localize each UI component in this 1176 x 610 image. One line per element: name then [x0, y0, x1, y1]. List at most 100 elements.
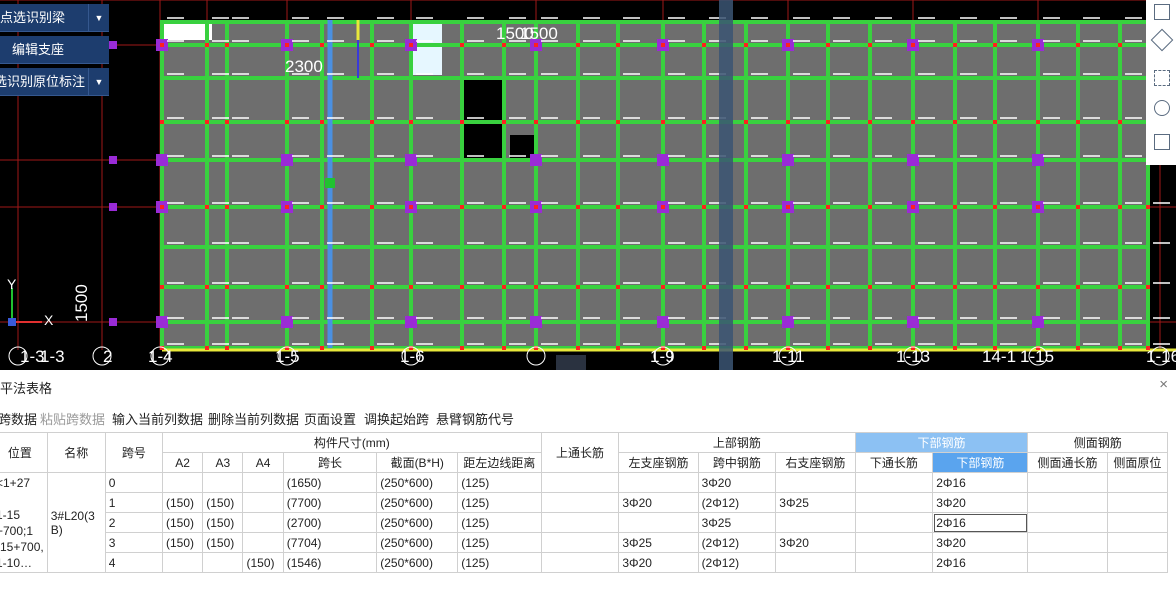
cell-top-through[interactable]	[540, 472, 620, 493]
header-mid-span[interactable]: 跨中钢筋	[697, 452, 777, 473]
cell-left-support[interactable]: 3Φ25	[618, 532, 699, 553]
cell-top-through[interactable]	[540, 512, 620, 533]
cell-bottom-through[interactable]	[854, 552, 934, 573]
cell-position[interactable]: <1+27 ; 1-15 +700;1 -15+700, 1-10…	[0, 472, 48, 573]
cell-side-original[interactable]	[1106, 512, 1169, 533]
header-a3[interactable]: A3	[202, 452, 244, 473]
cell-mid-span[interactable]: 3Φ20	[697, 472, 777, 493]
cell-left-support[interactable]: 3Φ20	[618, 492, 699, 513]
cell-a2[interactable]: (150)	[162, 492, 204, 513]
edit-support-button[interactable]: 编辑支座	[0, 36, 109, 64]
header-side-through[interactable]: 侧面通长筋	[1027, 452, 1108, 473]
cell-span[interactable]: 3	[104, 532, 164, 553]
cell-right-support[interactable]	[775, 512, 856, 533]
cell-span-length[interactable]: (7704)	[282, 532, 378, 553]
cell-bottom-bars[interactable]: 2Φ16	[932, 552, 1029, 573]
cell-a3[interactable]: (150)	[202, 532, 244, 553]
cell-side-original[interactable]	[1106, 532, 1169, 553]
cell-side-through[interactable]	[1027, 512, 1108, 533]
3d-cube-icon[interactable]	[1150, 28, 1174, 52]
pick-identify-beam-button[interactable]: 点选识别梁 ▼	[0, 4, 109, 32]
table-row[interactable]: <1+27 ; 1-15 +700;1 -15+700, 1-10… 3#L20…	[0, 472, 1169, 573]
cell-span[interactable]: 2	[104, 512, 164, 533]
swap-start-span-button[interactable]: 调换起始跨	[364, 409, 429, 428]
cell-edge-distance[interactable]: (125)	[457, 472, 542, 493]
cell-section[interactable]: (250*600)	[376, 492, 459, 513]
cell-right-support[interactable]: 3Φ25	[775, 492, 856, 513]
cell-span-length[interactable]: (1546)	[282, 552, 378, 573]
cell-a3[interactable]: (150)	[202, 492, 244, 513]
cell-section[interactable]: (250*600)	[376, 472, 459, 493]
header-bottom-group[interactable]: 下部钢筋	[854, 432, 1029, 453]
cell-a2[interactable]: (150)	[162, 512, 204, 533]
cell-right-support[interactable]	[775, 472, 856, 493]
cell-bottom-bars[interactable]: 2Φ16	[932, 472, 1029, 493]
cell-bottom-through[interactable]	[854, 512, 934, 533]
cell-span-length[interactable]: (1650)	[282, 472, 378, 493]
fit-view-icon[interactable]	[1154, 70, 1170, 86]
cell-a2[interactable]: (150)	[162, 532, 204, 553]
orbit-view-icon[interactable]	[1154, 100, 1170, 116]
cell-mid-span[interactable]: (2Φ12)	[697, 492, 777, 513]
cell-a4[interactable]	[242, 512, 284, 533]
cell-section[interactable]: (250*600)	[376, 552, 459, 573]
header-edge-distance[interactable]: 距左边线距离	[457, 452, 542, 473]
cell-mid-span[interactable]: (2Φ12)	[697, 532, 777, 553]
header-top-group[interactable]: 上部钢筋	[618, 432, 856, 453]
cell-side-through[interactable]	[1027, 472, 1108, 493]
cell-bottom-through[interactable]	[854, 532, 934, 553]
cell-bottom-bars[interactable]: 3Φ20	[932, 492, 1029, 513]
cell-left-support[interactable]	[618, 472, 699, 493]
cell-a4[interactable]	[242, 492, 284, 513]
header-right-support[interactable]: 右支座钢筋	[775, 452, 856, 473]
header-a4[interactable]: A4	[242, 452, 284, 473]
cell-name[interactable]: 3#L20(3B)	[46, 472, 106, 573]
cell-a3[interactable]: (150)	[202, 512, 244, 533]
cell-bottom-bars-selected[interactable]: 2Φ16	[932, 512, 1029, 533]
cell-span[interactable]: 0	[104, 472, 164, 493]
cell-section[interactable]: (250*600)	[376, 512, 459, 533]
cell-right-support[interactable]	[775, 552, 856, 573]
cell-side-through[interactable]	[1027, 492, 1108, 513]
cell-top-through[interactable]	[540, 492, 620, 513]
page-setup-button[interactable]: 页面设置	[304, 409, 356, 428]
header-left-support[interactable]: 左支座钢筋	[618, 452, 699, 473]
header-bottom-through[interactable]: 下通长筋	[854, 452, 934, 473]
cell-span-length[interactable]: (2700)	[282, 512, 378, 533]
cantilever-rebar-code-button[interactable]: 悬臂钢筋代号	[436, 409, 514, 428]
cell-top-through[interactable]	[540, 532, 620, 553]
cell-a3[interactable]	[202, 552, 244, 573]
cell-a3[interactable]	[202, 472, 244, 493]
cell-edge-distance[interactable]: (125)	[457, 552, 542, 573]
cell-edge-distance[interactable]: (125)	[457, 532, 542, 553]
header-top-through[interactable]: 上通长筋	[540, 432, 620, 473]
cell-bottom-through[interactable]	[854, 492, 934, 513]
chevron-down-icon[interactable]: ▼	[88, 4, 109, 31]
cell-left-support[interactable]	[618, 512, 699, 533]
chevron-down-icon[interactable]: ▼	[88, 68, 109, 95]
cell-side-original[interactable]	[1106, 492, 1169, 513]
header-side-original[interactable]: 侧面原位	[1106, 452, 1169, 473]
cell-side-through[interactable]	[1027, 552, 1108, 573]
header-span-no[interactable]: 跨号	[104, 432, 164, 473]
header-side-group[interactable]: 侧面钢筋	[1027, 432, 1168, 453]
cell-bottom-through[interactable]	[854, 472, 934, 493]
header-section[interactable]: 截面(B*H)	[376, 452, 459, 473]
cell-span[interactable]: 4	[104, 552, 164, 573]
cell-left-support[interactable]: 3Φ20	[618, 552, 699, 573]
cell-mid-span[interactable]: 3Φ25	[697, 512, 777, 533]
header-a2[interactable]: A2	[162, 452, 204, 473]
cell-a4[interactable]	[242, 472, 284, 493]
close-icon[interactable]: ×	[1159, 376, 1168, 393]
cell-side-through[interactable]	[1027, 532, 1108, 553]
cell-side-original[interactable]	[1106, 472, 1169, 493]
table-row[interactable]: 1 (150) (150) (7700) (250*600) (125) 3Φ2…	[0, 492, 1169, 513]
header-name[interactable]: 名称	[46, 432, 106, 473]
cell-a4[interactable]	[242, 532, 284, 553]
cell-top-through[interactable]	[540, 552, 620, 573]
layer-icon[interactable]	[1154, 134, 1170, 150]
cube-view-icon[interactable]	[1154, 4, 1170, 20]
cell-side-original[interactable]	[1106, 552, 1169, 573]
paste-span-data-button[interactable]: 粘贴跨数据	[40, 409, 105, 428]
identify-in-place-annotation-button[interactable]: 选识别原位标注 ▼	[0, 68, 109, 96]
